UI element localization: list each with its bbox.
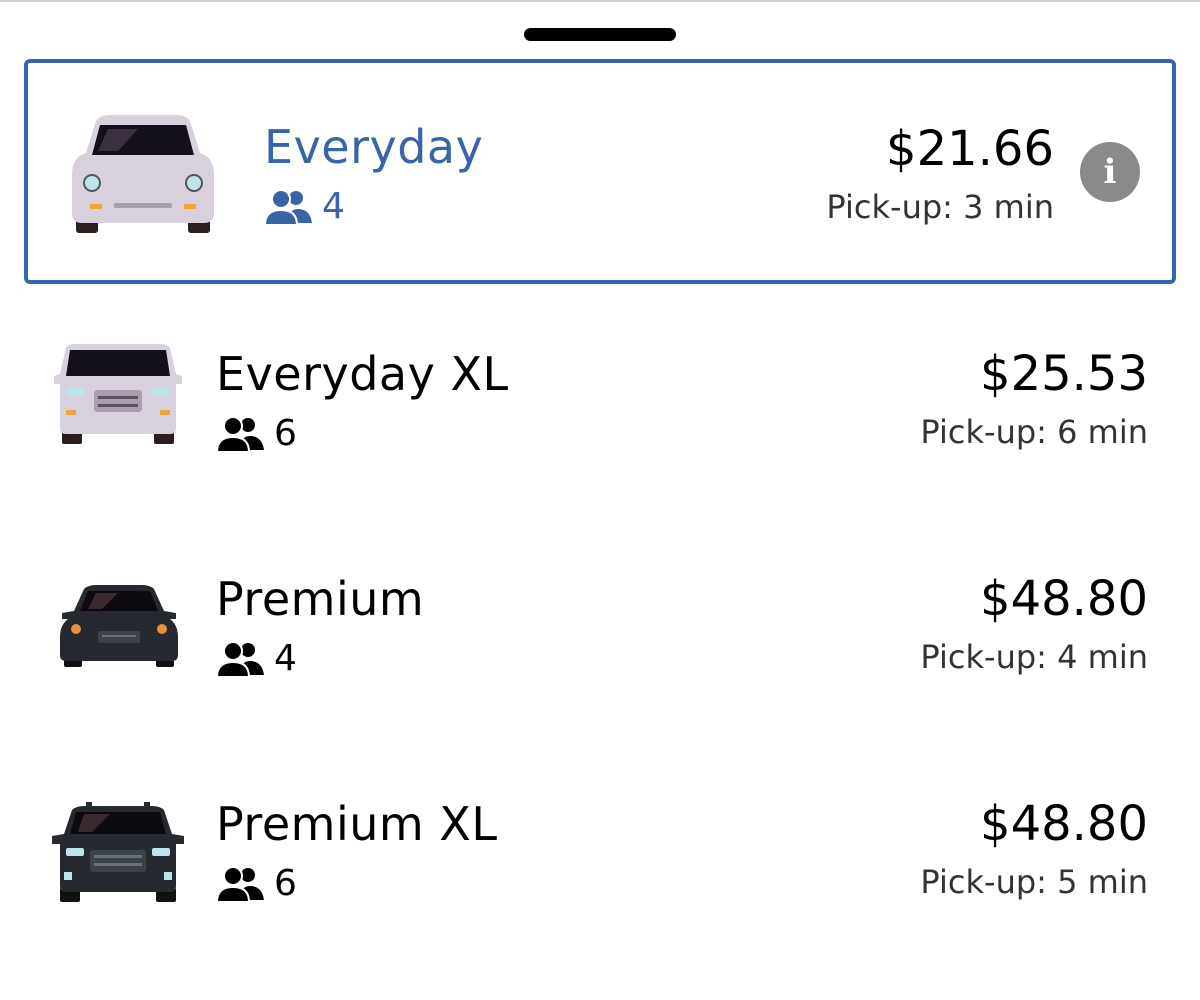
van-front-light-icon — [54, 344, 182, 444]
seat-capacity: 6 — [216, 864, 297, 904]
pickup-time: Pick-up: 3 min — [826, 188, 1054, 226]
ride-price: $25.53 — [980, 346, 1148, 402]
car-front-dark-icon — [60, 585, 178, 667]
seat-count: 4 — [274, 638, 297, 679]
pickup-time: Pick-up: 4 min — [920, 638, 1148, 676]
ride-name: Premium — [216, 572, 425, 626]
people-icon — [216, 416, 264, 452]
seat-capacity: 4 — [216, 639, 297, 679]
seat-capacity: 4 — [264, 187, 345, 227]
people-icon — [264, 189, 312, 225]
ride-price: $48.80 — [980, 796, 1148, 852]
ride-name: Premium XL — [216, 797, 498, 851]
pickup-time: Pick-up: 6 min — [920, 413, 1148, 451]
ride-name: Everyday XL — [216, 347, 509, 401]
people-icon — [216, 866, 264, 902]
ride-options-sheet: Everyday 4 $21.66 Pick-up: 3 min i Every… — [0, 0, 1200, 1000]
seat-count: 6 — [274, 863, 297, 904]
car-front-light-icon — [72, 115, 214, 233]
ride-price: $48.80 — [980, 571, 1148, 627]
pickup-time: Pick-up: 5 min — [920, 863, 1148, 901]
ride-option-premium-xl[interactable]: Premium XL 6 $48.80 Pick-up: 5 min — [0, 772, 1200, 962]
suv-front-dark-icon — [52, 802, 184, 902]
ride-option-premium[interactable]: Premium 4 $48.80 Pick-up: 4 min — [0, 547, 1200, 737]
seat-capacity: 6 — [216, 414, 297, 454]
seat-count: 4 — [322, 186, 345, 227]
ride-option-everyday-xl[interactable]: Everyday XL 6 $25.53 Pick-up: 6 min — [0, 322, 1200, 512]
sheet-grabber-handle[interactable] — [524, 28, 676, 41]
ride-name: Everyday — [264, 120, 484, 174]
seat-count: 6 — [274, 413, 297, 454]
info-icon[interactable]: i — [1080, 142, 1140, 202]
ride-price: $21.66 — [886, 121, 1054, 177]
ride-option-everyday[interactable]: Everyday 4 $21.66 Pick-up: 3 min i — [24, 59, 1176, 284]
people-icon — [216, 641, 264, 677]
